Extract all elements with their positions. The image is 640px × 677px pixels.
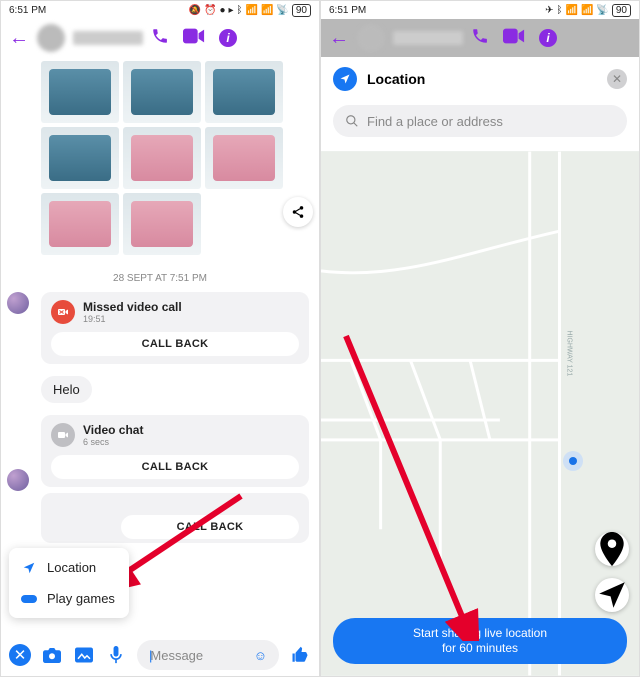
messenger-chat-screen: 6:51 PM 🔕 ⏰ ● ▸ ᛒ 📶 📶 📡 90 ← i	[0, 0, 320, 677]
text-message[interactable]: Helo	[41, 376, 92, 403]
photo-thumbnail[interactable]	[41, 61, 119, 123]
location-arrow-icon	[21, 561, 37, 575]
chat-header-dimmed: ← i	[321, 19, 639, 57]
timestamp: 28 SEPT AT 7:51 PM	[1, 273, 319, 284]
close-more-button[interactable]: ✕	[9, 644, 31, 666]
camera-icon[interactable]	[41, 644, 63, 666]
thumbs-up-icon[interactable]	[289, 644, 311, 666]
location-menu-label: Location	[47, 560, 96, 575]
call-back-button[interactable]: CALL BACK	[51, 455, 299, 479]
header-actions: i	[471, 27, 557, 50]
message-composer: ✕ |Message ☺	[1, 634, 319, 676]
photo-thumbnail[interactable]	[205, 127, 283, 189]
message-input[interactable]: |Message ☺	[137, 640, 279, 670]
contact-avatar[interactable]	[37, 24, 65, 52]
more-actions-popup: Location Play games	[9, 548, 129, 618]
sender-avatar[interactable]	[7, 469, 29, 491]
video-chat-card: Video chat 6 secs CALL BACK	[41, 415, 309, 487]
photo-thumbnail[interactable]	[205, 61, 283, 123]
status-bar: 6:51 PM 🔕 ⏰ ● ▸ ᛒ 📶 📶 📡 90	[1, 1, 319, 19]
wifi-icon: 📡	[276, 5, 288, 16]
missed-call-title: Missed video call	[83, 300, 182, 314]
map-roads: HIGHWAY 121	[321, 151, 639, 676]
contact-avatar	[357, 24, 385, 52]
call-icon[interactable]	[151, 27, 169, 50]
location-menu-item[interactable]: Location	[9, 552, 129, 583]
video-icon	[503, 28, 525, 49]
recenter-fab[interactable]	[595, 578, 629, 612]
signal-icon: 📶	[246, 5, 258, 16]
road-label: HIGHWAY 121	[565, 331, 572, 377]
contact-name[interactable]	[73, 31, 143, 45]
current-location-dot	[563, 451, 583, 471]
mic-icon[interactable]	[105, 644, 127, 666]
video-chat-duration: 6 secs	[83, 437, 143, 447]
close-location-button[interactable]: ✕	[607, 69, 627, 89]
info-icon: i	[539, 29, 557, 47]
chat-header: ← i	[1, 19, 319, 57]
status-time: 6:51 PM	[9, 5, 46, 16]
bluetooth-icon: ᛒ	[557, 5, 563, 16]
share-button[interactable]	[283, 197, 313, 227]
bluetooth-icon: ᛒ	[237, 5, 243, 16]
image-grid[interactable]	[1, 57, 319, 259]
status-time: 6:51 PM	[329, 5, 366, 16]
location-status-icon: ✈	[545, 5, 553, 16]
play-games-menu-item[interactable]: Play games	[9, 583, 129, 614]
location-share-screen: 6:51 PM ✈ ᛒ 📶 📶 📡 90 ← i Location ✕	[320, 0, 640, 677]
photo-thumbnail[interactable]	[123, 127, 201, 189]
signal-icon: 📶	[566, 5, 578, 16]
emoji-picker-icon[interactable]: ☺	[254, 648, 267, 663]
search-placeholder: Find a place or address	[367, 114, 503, 129]
play-games-menu-label: Play games	[47, 591, 115, 606]
status-bar: 6:51 PM ✈ ᛒ 📶 📶 📡 90	[321, 1, 639, 19]
header-actions: i	[151, 27, 237, 50]
video-icon[interactable]	[183, 28, 205, 49]
sender-avatar[interactable]	[7, 292, 29, 314]
app-icon: ●	[219, 5, 225, 16]
call-icon	[471, 27, 489, 50]
video-chat-title: Video chat	[83, 423, 143, 437]
location-search-input[interactable]: Find a place or address	[333, 105, 627, 137]
location-title: Location	[367, 71, 597, 87]
start-sharing-button[interactable]: Start sharing live location for 60 minut…	[333, 618, 627, 664]
photo-thumbnail[interactable]	[123, 193, 201, 255]
photo-thumbnail[interactable]	[41, 193, 119, 255]
wifi-icon: 📡	[596, 5, 608, 16]
share-button-line2: for 60 minutes	[343, 641, 617, 656]
location-arrow-icon	[333, 67, 357, 91]
info-icon[interactable]: i	[219, 29, 237, 47]
battery-indicator: 90	[292, 4, 311, 17]
signal-icon-2: 📶	[581, 5, 593, 16]
contact-name	[393, 31, 463, 45]
status-icons: ✈ ᛒ 📶 📶 📡 90	[545, 4, 631, 17]
app-icon-2: ▸	[228, 5, 233, 16]
gallery-icon[interactable]	[73, 644, 95, 666]
battery-indicator: 90	[612, 4, 631, 17]
message-placeholder: Message	[150, 648, 203, 663]
search-icon	[345, 114, 359, 128]
share-button-line1: Start sharing live location	[343, 626, 617, 641]
status-icons: 🔕 ⏰ ● ▸ ᛒ 📶 📶 📡 90	[189, 4, 311, 17]
back-button[interactable]: ←	[9, 27, 29, 50]
call-back-button[interactable]: CALL BACK	[51, 332, 299, 356]
missed-call-time: 19:51	[83, 314, 182, 324]
photo-thumbnail[interactable]	[123, 61, 201, 123]
video-chat-icon	[51, 423, 75, 447]
signal-icon-2: 📶	[261, 5, 273, 16]
pin-fab[interactable]	[595, 532, 629, 566]
dnd-icon: 🔕	[189, 5, 201, 16]
gamepad-icon	[21, 593, 37, 605]
alarm-icon: ⏰	[204, 5, 216, 16]
map-view[interactable]: HIGHWAY 121 Start sharing live location …	[321, 151, 639, 676]
photo-thumbnail[interactable]	[41, 127, 119, 189]
missed-call-card: Missed video call 19:51 CALL BACK	[41, 292, 309, 364]
missed-call-icon	[51, 300, 75, 324]
location-panel-header: Location ✕	[321, 57, 639, 101]
back-button[interactable]: ←	[329, 27, 349, 50]
call-card-partial: CALL BACK	[41, 493, 309, 543]
call-back-button[interactable]: CALL BACK	[121, 515, 299, 539]
media-gallery-message	[1, 57, 319, 259]
